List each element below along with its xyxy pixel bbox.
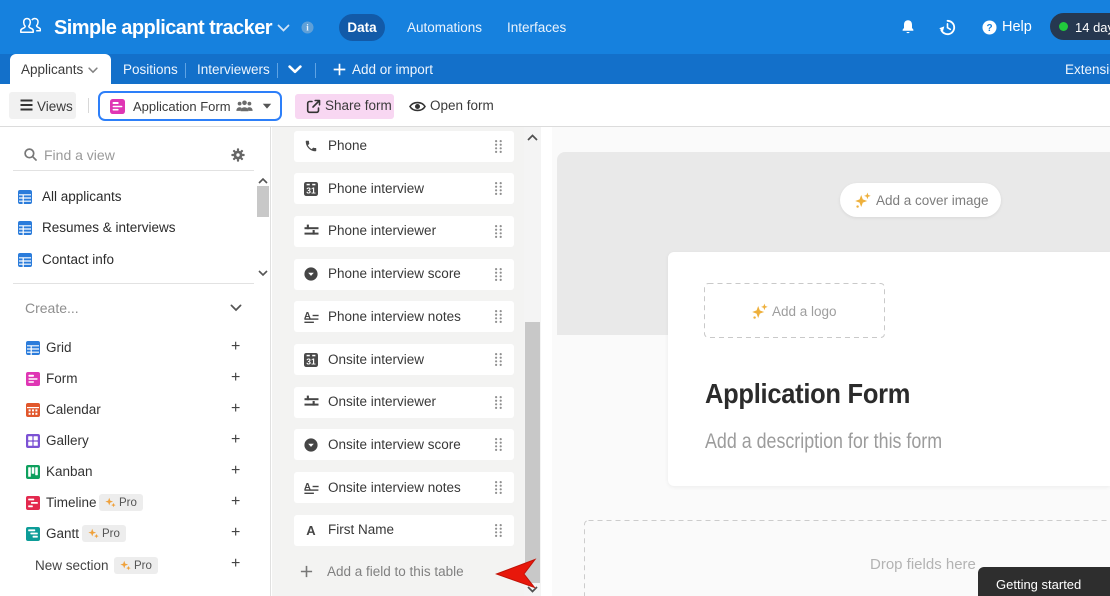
svg-text:A: A <box>304 481 311 492</box>
svg-text:31: 31 <box>306 185 316 195</box>
svg-text:31: 31 <box>306 356 316 366</box>
svg-text:?: ? <box>986 23 992 34</box>
svg-text:A: A <box>306 523 316 537</box>
svg-text:A: A <box>304 310 311 321</box>
